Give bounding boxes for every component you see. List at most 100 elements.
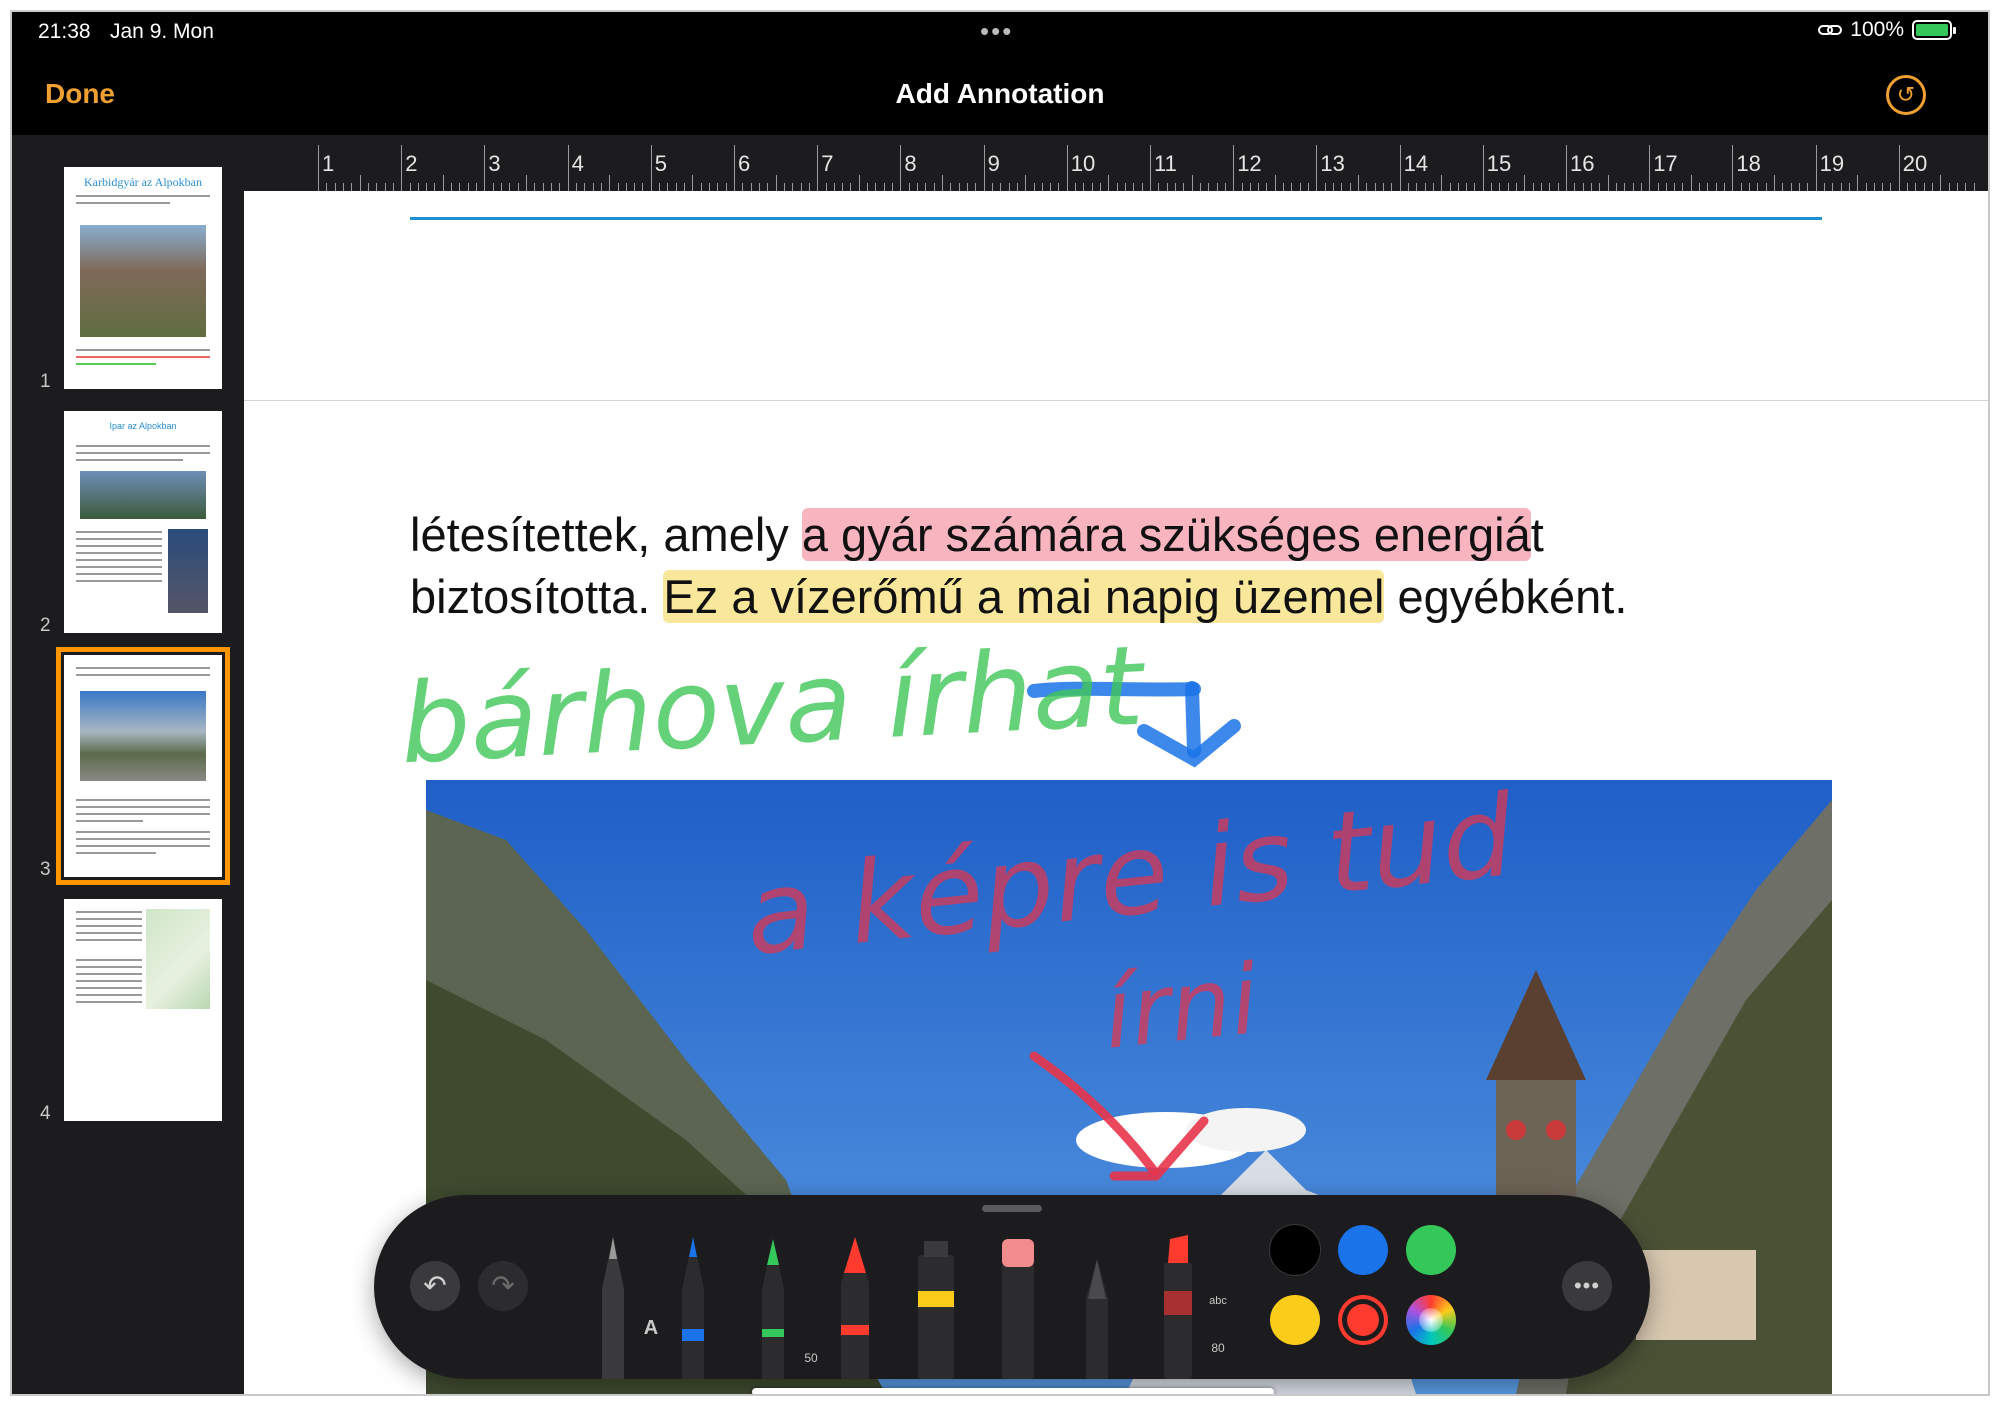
ruler-minor-tick [1857,175,1859,191]
redo-icon[interactable]: ↷ [478,1261,528,1311]
page-number-4: 4 [40,1103,51,1124]
ruler-minor-tick [1166,183,1168,191]
ruler-minor-tick [1000,183,1002,191]
ruler-major-tick [1732,145,1734,191]
ruler-minor-tick [825,183,827,191]
ruler-minor-tick [808,183,810,191]
pencil-tool[interactable] [1078,1229,1116,1379]
ruler-minor-tick [1199,183,1201,191]
ruler-minor-tick [1407,183,1409,191]
ruler-minor-tick [1757,183,1759,191]
ruler-major-tick [1399,145,1401,191]
ruler-minor-tick [850,183,852,191]
ruler-minor-tick [1848,183,1850,191]
ruler-minor-tick [925,183,927,191]
ruler-major-tick [318,145,319,191]
color-swatch-black[interactable] [1270,1225,1320,1275]
ruler-minor-tick [1832,183,1834,191]
color-picker-spectrum[interactable] [1406,1295,1456,1345]
page-thumbnail-3[interactable] [56,647,230,885]
pen-tool[interactable] [674,1229,712,1379]
ruler-minor-tick [1216,183,1218,191]
ruler-minor-tick [1782,183,1784,191]
marker-tool[interactable]: 50 [754,1229,818,1379]
ruler-major-tick [650,145,652,191]
text-pen-tool[interactable]: A [594,1229,658,1379]
ruler-minor-tick [767,183,769,191]
ruler-minor-tick [1116,183,1118,191]
ruler-major-tick [401,145,403,191]
thumbnail-title: Karbidgyár az Alpokban [84,175,202,189]
ruler-minor-tick [1873,183,1875,191]
ruler-minor-tick [1907,183,1909,191]
ruler-label: 6 [738,151,751,176]
ruler-label: 14 [1403,151,1429,176]
multitasking-dots[interactable]: ••• [980,16,1013,47]
ruler-minor-tick [1915,183,1917,191]
ruler-minor-tick [1749,183,1751,191]
ruler-minor-tick [1707,183,1709,191]
fill-marker-tool[interactable]: abc 80 [1158,1229,1227,1379]
ruler-minor-tick [1499,183,1501,191]
page-thumbnail-1[interactable]: Karbidgyár az Alpokban [64,167,222,389]
ruler-minor-tick [758,183,760,191]
ruler-label: 17 [1653,151,1678,176]
ruler-minor-tick [1224,183,1226,191]
red-handwriting-line-2[interactable]: írni [1099,943,1264,1070]
page-thumbnail-4[interactable] [64,899,222,1121]
highlighter-tool[interactable] [914,1229,958,1379]
ruler-label: 18 [1736,151,1761,176]
ruler-minor-tick [1590,183,1592,191]
ruler-minor-tick [342,183,344,191]
ruler-minor-tick [509,183,511,191]
ruler-minor-tick [800,183,802,191]
ruler-label: 5 [654,151,668,176]
ruler-minor-tick [700,183,702,191]
ruler-minor-tick [1790,183,1792,191]
ruler-minor-tick [1358,175,1359,191]
ruler-minor-tick [742,183,744,191]
battery-icon [1912,20,1956,40]
color-swatch-yellow[interactable] [1270,1295,1320,1345]
ruler-major-tick [1150,145,1151,191]
tool-tag: abc [1209,1295,1227,1307]
ruler-minor-tick [1033,183,1035,191]
thumbnail-title: Ipar az Alpokban [109,421,177,431]
status-right: 100% [1818,18,1956,42]
page-thumbnail-2[interactable]: Ipar az Alpokban [64,411,222,633]
undo-icon[interactable]: ↶ [410,1261,460,1311]
ruler-minor-tick [459,183,461,191]
color-swatch-green[interactable] [1406,1225,1456,1275]
ruler-minor-tick [1516,183,1518,191]
ruler-minor-tick [1283,183,1285,191]
revert-icon[interactable]: ↺ [1886,75,1926,115]
ruler-major-tick [1482,145,1484,191]
ruler-minor-tick [426,183,428,191]
palette-grabber[interactable] [982,1205,1042,1212]
ruler-minor-tick [1640,183,1642,191]
ruler-minor-tick [451,183,453,191]
ruler-major-tick [1066,145,1068,191]
eraser-tool[interactable] [998,1229,1038,1379]
ruler-minor-tick [1932,183,1934,191]
ruler-minor-tick [1948,183,1950,191]
ruler-label: 4 [571,151,584,176]
ruler-minor-tick [750,183,752,191]
thumbnail-image [80,691,206,781]
color-swatch-red-selected[interactable] [1338,1295,1388,1345]
color-swatch-blue[interactable] [1338,1225,1388,1275]
page-thumbnail-sidebar: Karbidgyár az Alpokban 1 Ipar az Alpokba… [12,135,244,1394]
thumbnail-image [168,529,208,613]
ruler-label: 12 [1237,151,1262,176]
ruler-minor-tick [584,183,586,191]
ruler-minor-tick [467,183,469,191]
tool-palette: ↶ ↷ A 50 abc 80 ••• [374,1195,1650,1379]
more-icon[interactable]: ••• [1562,1261,1612,1311]
ruler-minor-tick [709,183,711,191]
thumbnail-image [80,471,206,519]
crayon-tool[interactable] [834,1229,876,1379]
ruler-minor-tick [326,183,328,191]
ruler: 1 2 3 4 5 6 7 8 9 10 11 12 13 14 15 16 17 18 19 20 [244,135,1988,191]
ruler-minor-tick [1715,183,1717,191]
ruler-minor-tick [1249,183,1251,191]
